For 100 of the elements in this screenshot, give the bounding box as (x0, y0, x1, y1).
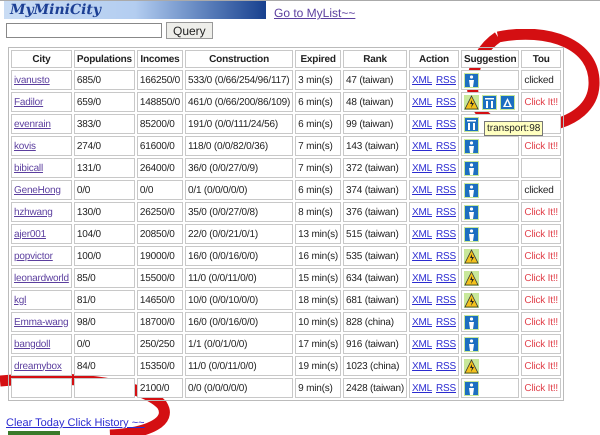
construction-cell: 118/0 (0/0/82/0/36) (185, 136, 294, 156)
person-sign-icon (464, 160, 479, 176)
construction-cell: 16/0 (0/0/16/0/0) (185, 312, 294, 332)
incomes-cell: 15500/0 (136, 268, 183, 288)
construction-cell: 35/0 (0/0/27/0/8) (185, 202, 294, 222)
population-value: 274/0 (76, 140, 101, 152)
feed-link[interactable]: RSS (436, 204, 456, 220)
column-header: Populations (74, 50, 135, 68)
city-link[interactable]: GeneHong (14, 184, 61, 196)
triangle-sign-icon (500, 94, 515, 110)
feed-link[interactable]: XML (412, 72, 432, 88)
feed-link[interactable]: XML (412, 292, 432, 308)
population-value: 0/0 (76, 338, 90, 350)
pedestrians-sign-icon (482, 94, 497, 110)
incomes-cell: 19000/0 (136, 246, 183, 266)
feed-link[interactable]: XML (412, 314, 432, 330)
expired-cell: 13 min(s) (295, 224, 342, 244)
incomes-cell: 14650/0 (136, 290, 183, 310)
pedestrians-sign-icon (464, 116, 479, 132)
feed-link[interactable]: RSS (436, 226, 456, 242)
expired-cell: 6 min(s) (295, 92, 342, 112)
city-link[interactable]: Emma-wang (14, 316, 68, 328)
expired-cell: 3 min(s) (295, 70, 342, 90)
feed-link[interactable]: XML (412, 358, 432, 374)
person-sign-icon (464, 138, 479, 154)
city-link[interactable]: Fadilor (14, 96, 44, 108)
feed-link[interactable]: RSS (436, 336, 456, 352)
feed-link[interactable]: RSS (436, 248, 456, 264)
feed-link[interactable]: XML (412, 204, 432, 220)
city-link[interactable]: popvictor (14, 250, 53, 262)
construction-cell: 11/0 (0/0/11/0/0) (185, 268, 294, 288)
feed-link[interactable]: RSS (436, 182, 456, 198)
feed-link[interactable]: RSS (436, 292, 456, 308)
feed-link[interactable]: XML (412, 248, 432, 264)
city-link[interactable]: hzhwang (14, 206, 53, 218)
city-link[interactable]: dreamybox (14, 360, 62, 372)
city-link[interactable]: leonardworld (14, 272, 69, 284)
feed-link[interactable]: RSS (436, 380, 456, 396)
clear-history-link[interactable]: Clear Today Click History ~~ (6, 417, 145, 429)
column-header: Action (409, 50, 459, 68)
incomes-cell: 148850/0 (136, 92, 183, 112)
city-link[interactable]: ivanusto (14, 74, 50, 86)
clicked-status: clicked (524, 74, 554, 86)
warning-icon (464, 94, 479, 110)
clicked-status: clicked (524, 184, 554, 196)
feed-link[interactable]: XML (412, 380, 432, 396)
population-value: 131/0 (76, 162, 101, 174)
city-link[interactable]: kovis (14, 140, 36, 152)
population-value: 685/0 (76, 74, 101, 86)
incomes-cell: 85200/0 (136, 114, 183, 134)
city-cell (11, 378, 72, 398)
rank-cell: 376 (taiwan) (343, 202, 408, 222)
rank-cell: 99 (taiwan) (343, 114, 408, 134)
incomes-cell: 15350/0 (136, 356, 183, 376)
query-button[interactable]: Query (166, 22, 213, 39)
population-cell (74, 378, 135, 398)
feed-link[interactable]: XML (412, 94, 432, 110)
population-value: 85/0 (76, 272, 96, 284)
expired-cell: 15 min(s) (295, 268, 342, 288)
expired-cell: 19 min(s) (295, 356, 342, 376)
feed-link[interactable]: RSS (436, 358, 456, 374)
city-link[interactable]: bibicall (14, 162, 43, 174)
city-link[interactable]: evenrain (14, 118, 51, 130)
feed-link[interactable]: XML (412, 336, 432, 352)
feed-link[interactable]: RSS (436, 116, 456, 132)
query-input[interactable] (6, 23, 162, 38)
feed-link[interactable]: RSS (436, 160, 456, 176)
warning-icon (464, 270, 479, 286)
person-sign-icon (464, 204, 479, 220)
warning-icon (464, 248, 479, 264)
incomes-cell: 18700/0 (136, 312, 183, 332)
rank-cell: 2428 (taiwan) (343, 378, 408, 398)
feed-link[interactable]: XML (412, 138, 432, 154)
construction-cell: 1/1 (0/0/1/0/0) (185, 334, 294, 354)
construction-cell: 461/0 (0/66/200/86/109) (185, 92, 294, 112)
feed-link[interactable]: RSS (436, 94, 456, 110)
feed-link[interactable]: XML (412, 116, 432, 132)
city-link[interactable]: bangdoll (14, 338, 50, 350)
person-sign-icon (464, 314, 479, 330)
feed-link[interactable]: XML (412, 182, 432, 198)
city-link[interactable]: ajer001 (14, 228, 46, 240)
person-sign-icon (464, 380, 479, 396)
feed-link[interactable]: XML (412, 270, 432, 286)
feed-link[interactable]: XML (412, 226, 432, 242)
column-header: Tou (521, 50, 561, 68)
expired-cell: 6 min(s) (295, 180, 342, 200)
mylist-link[interactable]: Go to MyList~~ (274, 7, 356, 19)
incomes-cell: 26400/0 (136, 158, 183, 178)
population-value: 81/0 (76, 294, 96, 306)
rank-cell: 1023 (china) (343, 356, 408, 376)
feed-link[interactable]: RSS (436, 138, 456, 154)
expired-cell: 8 min(s) (295, 202, 342, 222)
incomes-cell: 61600/0 (136, 136, 183, 156)
feed-link[interactable]: RSS (436, 72, 456, 88)
person-sign-icon (464, 72, 479, 88)
feed-link[interactable]: XML (412, 160, 432, 176)
city-link[interactable]: kgl (14, 294, 26, 306)
feed-link[interactable]: RSS (436, 314, 456, 330)
population-value: 84/0 (76, 360, 96, 372)
feed-link[interactable]: RSS (436, 270, 456, 286)
